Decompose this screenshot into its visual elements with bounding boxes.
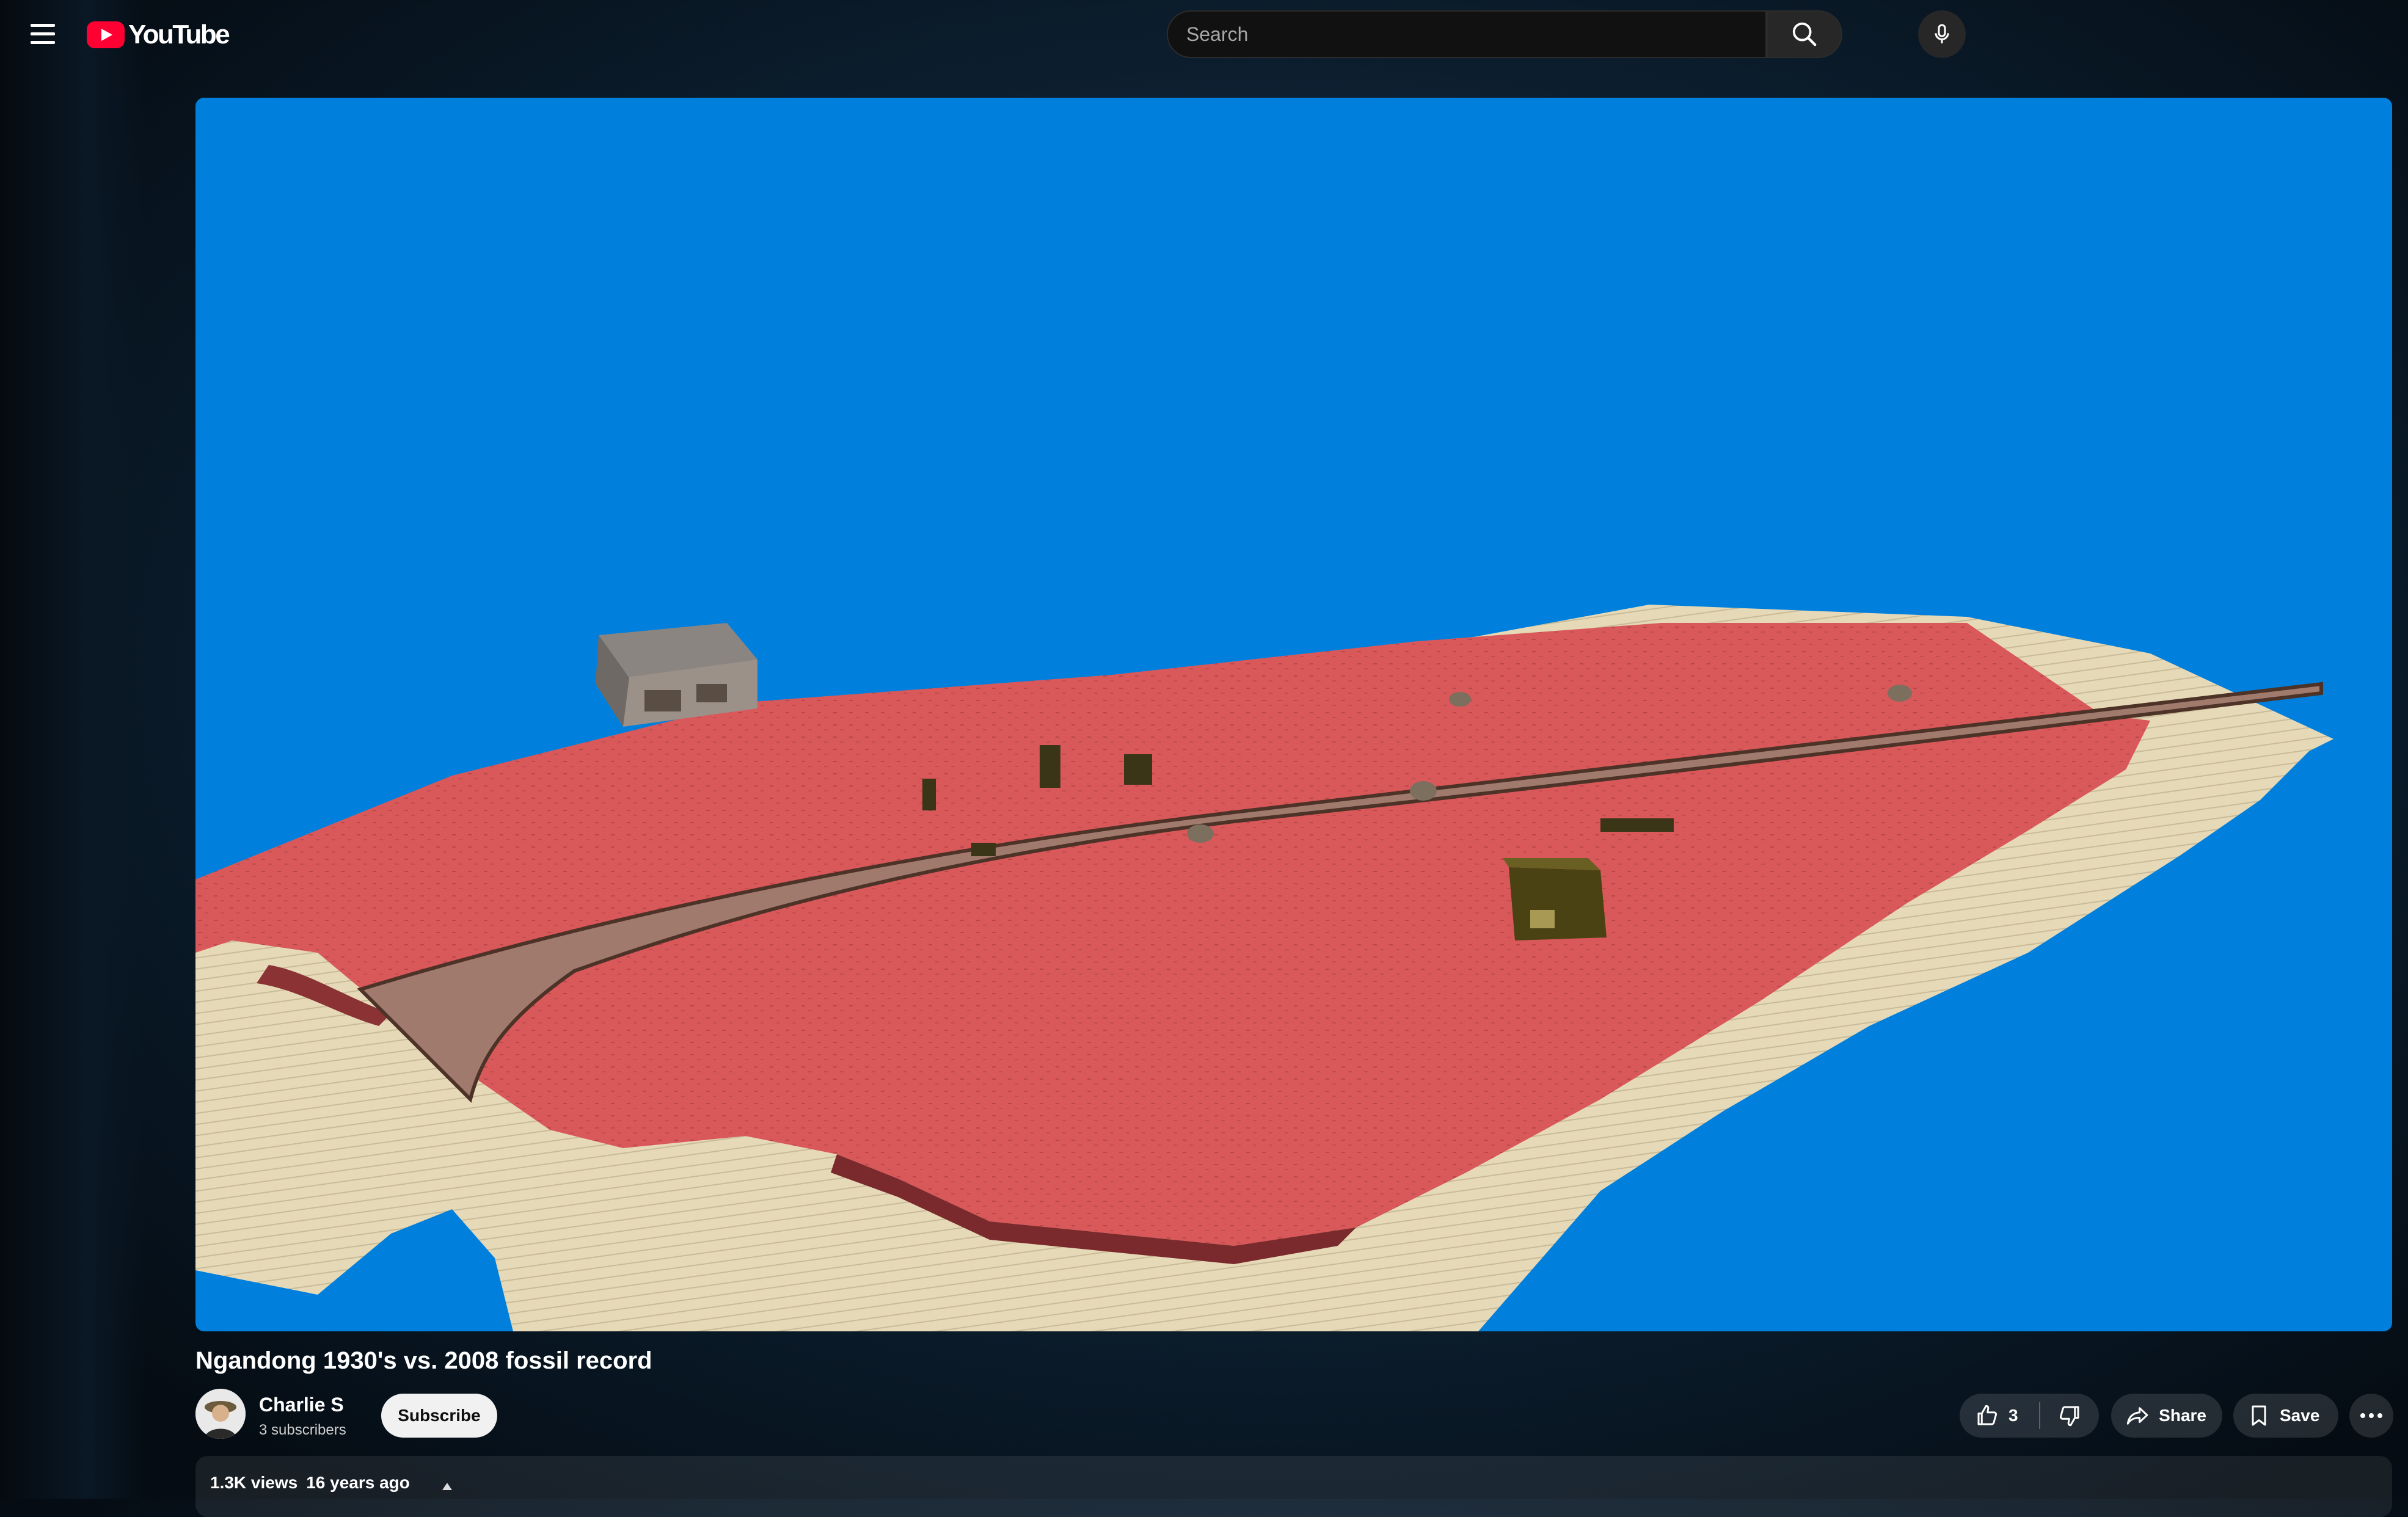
avatar-image	[195, 1389, 246, 1439]
share-icon	[2126, 1407, 2148, 1425]
hamburger-menu-icon[interactable]	[28, 21, 60, 48]
video-meta: 1.3K views 16 years ago	[210, 1473, 410, 1493]
microphone-icon	[1935, 24, 1949, 43]
like-dislike-group: 3	[1960, 1394, 2099, 1438]
channel-name[interactable]: Charlie S	[259, 1394, 344, 1416]
left-rail	[0, 0, 147, 1499]
search-button[interactable]	[1767, 10, 1842, 58]
description-box[interactable]	[195, 1456, 2392, 1517]
subscribe-button[interactable]: Subscribe	[381, 1394, 497, 1438]
more-actions-button[interactable]	[2349, 1394, 2393, 1438]
channel-avatar[interactable]	[195, 1389, 246, 1439]
hut-model	[596, 623, 757, 727]
like-count: 3	[2008, 1406, 2018, 1425]
youtube-play-icon	[87, 21, 125, 48]
view-count: 1.3K views	[210, 1473, 298, 1492]
video-frame	[195, 605, 2333, 1331]
upload-age: 16 years ago	[306, 1473, 410, 1492]
crate-model	[1503, 858, 1607, 940]
thumbs-down-icon	[2059, 1406, 2079, 1427]
save-button[interactable]: Save	[2233, 1394, 2338, 1438]
share-button[interactable]: Share	[2111, 1394, 2222, 1438]
dislike-button[interactable]	[2040, 1394, 2099, 1438]
youtube-logo[interactable]: YouTube	[87, 20, 230, 49]
thumbs-up-icon	[1977, 1405, 1998, 1425]
search-input[interactable]	[1167, 10, 1767, 58]
share-label: Share	[2159, 1406, 2206, 1425]
search-icon	[1792, 22, 1817, 46]
like-button[interactable]: 3	[1960, 1394, 2039, 1438]
search-bar	[1167, 10, 1842, 58]
save-label: Save	[2280, 1406, 2320, 1425]
voice-search-button[interactable]	[1918, 10, 1966, 58]
more-dots-icon	[2360, 1413, 2365, 1418]
subscriber-count: 3 subscribers	[259, 1422, 346, 1438]
video-player[interactable]	[195, 98, 2392, 1331]
logo-text: YouTube	[128, 20, 230, 49]
bookmark-icon	[2252, 1405, 2266, 1426]
video-title: Ngandong 1930's vs. 2008 fossil record	[195, 1347, 652, 1374]
expand-caret-icon[interactable]	[442, 1483, 452, 1490]
